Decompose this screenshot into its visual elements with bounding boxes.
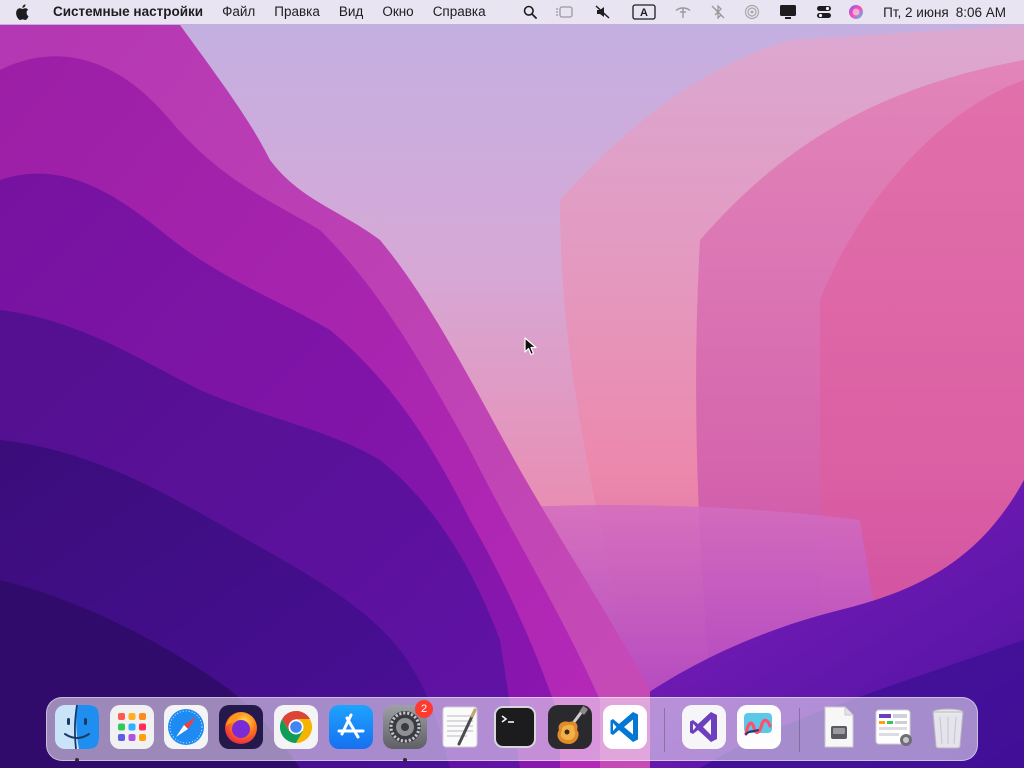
safari-icon (164, 705, 208, 749)
dock-textedit[interactable] (437, 704, 483, 750)
apple-menu-icon[interactable] (0, 0, 44, 24)
input-source-label: A (640, 7, 648, 19)
menu-view[interactable]: Вид (329, 0, 372, 24)
app-menu[interactable]: Системные настройки (44, 0, 213, 24)
mute-icon[interactable] (583, 0, 623, 24)
clock-time: 8:06 AM (955, 4, 1006, 20)
finder-running-indicator (75, 758, 79, 762)
downloads-stack-icon (875, 709, 912, 746)
vscode-icon (603, 705, 647, 749)
dock-freeform[interactable] (736, 704, 782, 750)
input-source-icon[interactable]: A (623, 0, 665, 24)
stage-manager-icon[interactable] (545, 0, 583, 24)
dock-garageband[interactable] (547, 704, 593, 750)
dock-finder[interactable] (54, 704, 100, 762)
finder-icon (55, 704, 99, 750)
dock-system-settings[interactable]: 2 (382, 700, 433, 762)
dock-launchpad[interactable] (109, 704, 155, 750)
chrome-icon (274, 705, 318, 749)
dock-divider (799, 708, 800, 752)
visual-studio-icon (682, 705, 726, 749)
dock-app-store[interactable] (328, 704, 374, 750)
wifi-off-icon[interactable] (665, 0, 701, 24)
dock-visual-studio[interactable] (681, 704, 727, 750)
document-file-icon (824, 706, 854, 748)
dock: 2 (46, 697, 978, 762)
menu-window[interactable]: Окно (373, 0, 423, 24)
control-center-icon[interactable] (807, 0, 841, 24)
dock-document[interactable] (815, 704, 861, 750)
notification-badge: 2 (415, 700, 433, 718)
menu-help[interactable]: Справка (423, 0, 495, 24)
terminal-icon (494, 706, 536, 748)
siri-icon[interactable] (841, 0, 871, 24)
launchpad-icon (110, 705, 154, 749)
menu-bar: Системные настройки Файл Правка Вид Окно… (0, 0, 1024, 24)
dock-vscode[interactable] (602, 704, 648, 750)
garageband-guitar-icon (548, 705, 592, 749)
dock-terminal[interactable] (492, 704, 538, 750)
dock-chrome[interactable] (273, 704, 319, 750)
dock-divider (664, 708, 665, 752)
trash-icon (932, 708, 964, 749)
menu-bar-clock[interactable]: Пт, 2 июня 8:06 AM (883, 5, 1006, 20)
spotlight-search-icon[interactable] (515, 0, 545, 24)
app-store-icon (329, 705, 373, 749)
system-settings-running-indicator (403, 758, 407, 762)
dock-downloads-stack[interactable] (870, 704, 916, 750)
firefox-icon (219, 705, 263, 749)
dock-firefox[interactable] (218, 704, 264, 750)
clock-date: Пт, 2 июня (883, 4, 949, 20)
desktop-wallpaper (0, 0, 1024, 768)
display-icon[interactable] (769, 0, 807, 24)
dock-trash[interactable] (925, 704, 971, 750)
textedit-icon (442, 706, 478, 748)
freeform-icon (737, 705, 781, 749)
menu-edit[interactable]: Правка (265, 0, 330, 24)
menu-file[interactable]: Файл (213, 0, 265, 24)
mouse-pointer-icon (524, 337, 537, 356)
bluetooth-off-icon[interactable] (701, 0, 735, 24)
airdrop-icon[interactable] (735, 0, 769, 24)
dock-safari[interactable] (163, 704, 209, 750)
